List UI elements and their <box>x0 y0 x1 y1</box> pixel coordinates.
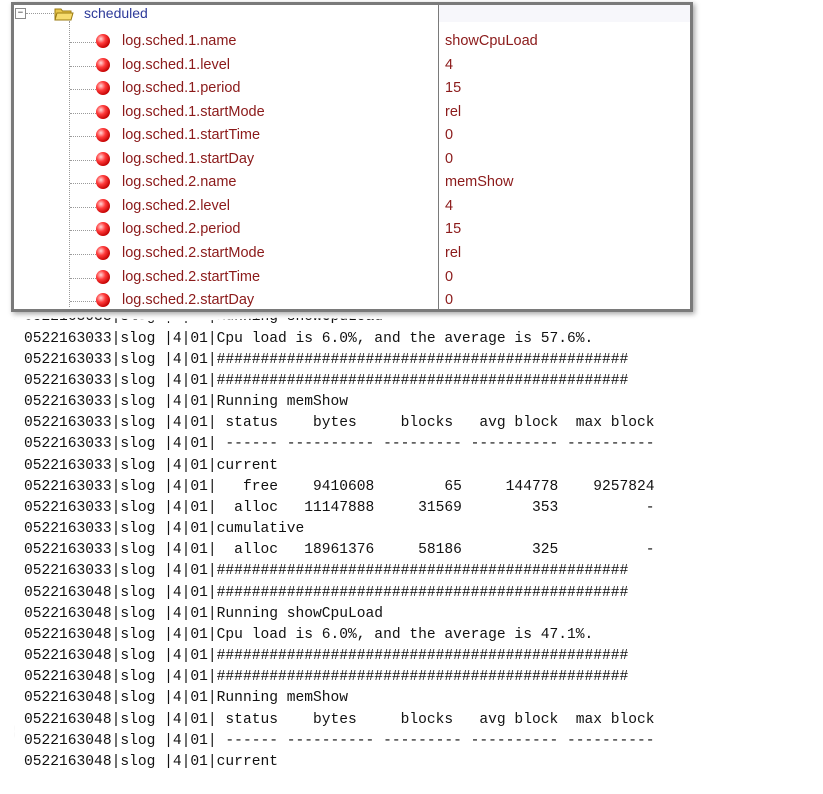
property-ball-icon <box>96 222 110 237</box>
log-line: 0522163048|slog |4|01|##################… <box>24 584 629 601</box>
property-value[interactable]: showCpuLoad <box>445 33 538 49</box>
log-lines: ### ###0522163033|slog |4|01|Running sho… <box>24 265 655 773</box>
log-line: 0522163033|slog |4|01|##################… <box>24 563 629 580</box>
property-value[interactable]: rel <box>445 245 461 261</box>
property-value[interactable]: 4 <box>445 57 453 73</box>
tree-connector-line <box>70 301 96 303</box>
property-value[interactable]: memShow <box>445 174 514 190</box>
folder-open-icon <box>54 8 74 21</box>
log-line: 0522163033|slog |4|01| alloc 11147888 31… <box>24 499 655 516</box>
property-name: log.sched.2.period <box>122 221 241 238</box>
tree-connector-line <box>70 65 96 67</box>
log-line: 0522163048|slog |4|01|Running showCpuLoa… <box>24 605 384 622</box>
group-value-cell <box>439 5 690 22</box>
property-ball-icon <box>96 104 110 119</box>
log-line: 0522163048|slog |4|01|Cpu load is 6.0%, … <box>24 626 594 643</box>
log-line: 0522163033|slog |4|01| free 9410608 65 1… <box>24 478 655 495</box>
tree-connector-line <box>70 89 96 91</box>
tree-row[interactable]: log.sched.1.level 4 <box>14 55 690 79</box>
property-value[interactable]: 15 <box>445 80 461 96</box>
log-line: 0522163033|slog |4|01|current <box>24 457 278 474</box>
property-ball-icon <box>96 269 110 284</box>
property-name: log.sched.1.startMode <box>122 103 265 120</box>
tree-row[interactable]: log.sched.1.startDay 0 <box>14 149 690 173</box>
tree-row[interactable]: log.sched.1.startTime 0 <box>14 125 690 149</box>
property-value[interactable]: rel <box>445 104 461 120</box>
tree-connector-line <box>70 253 96 255</box>
log-line: 0522163033|slog |4|01|##################… <box>24 351 629 368</box>
tree-row[interactable]: log.sched.1.period 15 <box>14 78 690 102</box>
tree-connector-line <box>70 206 96 208</box>
property-ball-icon <box>96 151 110 166</box>
tree-connector-line <box>70 159 96 161</box>
property-ball-icon <box>96 175 110 190</box>
property-ball-icon <box>96 81 110 96</box>
tree-row[interactable]: log.sched.2.period 15 <box>14 219 690 243</box>
property-ball-icon <box>96 57 110 72</box>
property-ball-icon <box>96 245 110 260</box>
log-line: 0522163033|slog |4|01|Cpu load is 6.0%, … <box>24 330 594 347</box>
tree-row[interactable]: log.sched.2.startMode rel <box>14 243 690 267</box>
property-ball-icon <box>96 198 110 213</box>
log-line: 0522163033|slog |4|01|Running memShow <box>24 394 349 411</box>
property-name: log.sched.1.startDay <box>122 150 255 167</box>
log-line: 0522163033|slog |4|01| status bytes bloc… <box>24 415 655 432</box>
property-name: log.sched.1.name <box>122 33 237 49</box>
log-line: 0522163048|slog |4|01|current <box>24 753 278 770</box>
property-ball-icon <box>96 128 110 143</box>
property-tree-window: − scheduled log.sched.1.name showCpuLoad l… <box>11 2 693 312</box>
tree-row[interactable]: log.sched.1.startMode rel <box>14 102 690 126</box>
property-name: log.sched.2.startTime <box>122 268 261 285</box>
tree-row[interactable]: log.sched.2.level 4 <box>14 196 690 220</box>
tree-row[interactable]: log.sched.2.startDay 0 <box>14 290 690 309</box>
log-line: 0522163033|slog |4|01| alloc 18961376 58… <box>24 542 655 559</box>
tree-row[interactable]: log.sched.2.startTime 0 <box>14 267 690 291</box>
property-value[interactable]: 15 <box>445 221 461 237</box>
log-line: 0522163033|slog |4|01|##################… <box>24 372 629 389</box>
log-line: 0522163048|slog |4|01| ------ ----------… <box>24 732 655 749</box>
tree-connector-line <box>70 277 96 279</box>
log-line: 0522163048|slog |4|01|##################… <box>24 648 629 665</box>
log-line: 0522163048|slog |4|01| status bytes bloc… <box>24 711 655 728</box>
tree-connector-line <box>70 230 96 232</box>
tree-row[interactable]: log.sched.2.name memShow <box>14 172 690 196</box>
property-value[interactable]: 4 <box>445 198 453 214</box>
property-value[interactable]: 0 <box>445 151 453 167</box>
log-line: 0522163048|slog |4|01|##################… <box>24 669 629 686</box>
log-line: 0522163033|slog |4|01|cumulative <box>24 521 305 538</box>
tree-connector-line <box>70 42 96 43</box>
group-label: scheduled <box>84 5 148 21</box>
property-ball-icon <box>96 34 110 48</box>
log-line: 0522163048|slog |4|01|Running memShow <box>24 690 349 707</box>
tree-connector-line <box>70 112 96 114</box>
log-output-panel: ### ###0522163033|slog |4|01|Running sho… <box>14 265 813 786</box>
property-value[interactable]: 0 <box>445 292 453 308</box>
property-ball-icon <box>96 293 110 308</box>
property-name: log.sched.1.level <box>122 56 231 73</box>
property-name: log.sched.1.startTime <box>122 127 261 144</box>
property-name: log.sched.1.period <box>122 80 241 97</box>
collapse-toggle-icon[interactable]: − <box>15 8 26 19</box>
property-value[interactable]: 0 <box>445 127 453 143</box>
property-name: log.sched.2.name <box>122 174 237 191</box>
tree-connector-line <box>26 13 54 14</box>
property-name: log.sched.2.startMode <box>122 244 265 261</box>
log-line: 0522163033|slog |4|01| ------ ----------… <box>24 436 655 453</box>
property-name: log.sched.2.level <box>122 197 231 214</box>
property-name: log.sched.2.startDay <box>122 292 255 309</box>
property-value[interactable]: 0 <box>445 269 453 285</box>
tree-connector-line <box>70 136 96 138</box>
tree-connector-line <box>70 183 96 185</box>
tree-group-scheduled[interactable]: − scheduled <box>14 5 690 25</box>
tree-row[interactable]: log.sched.1.name showCpuLoad <box>14 31 690 55</box>
